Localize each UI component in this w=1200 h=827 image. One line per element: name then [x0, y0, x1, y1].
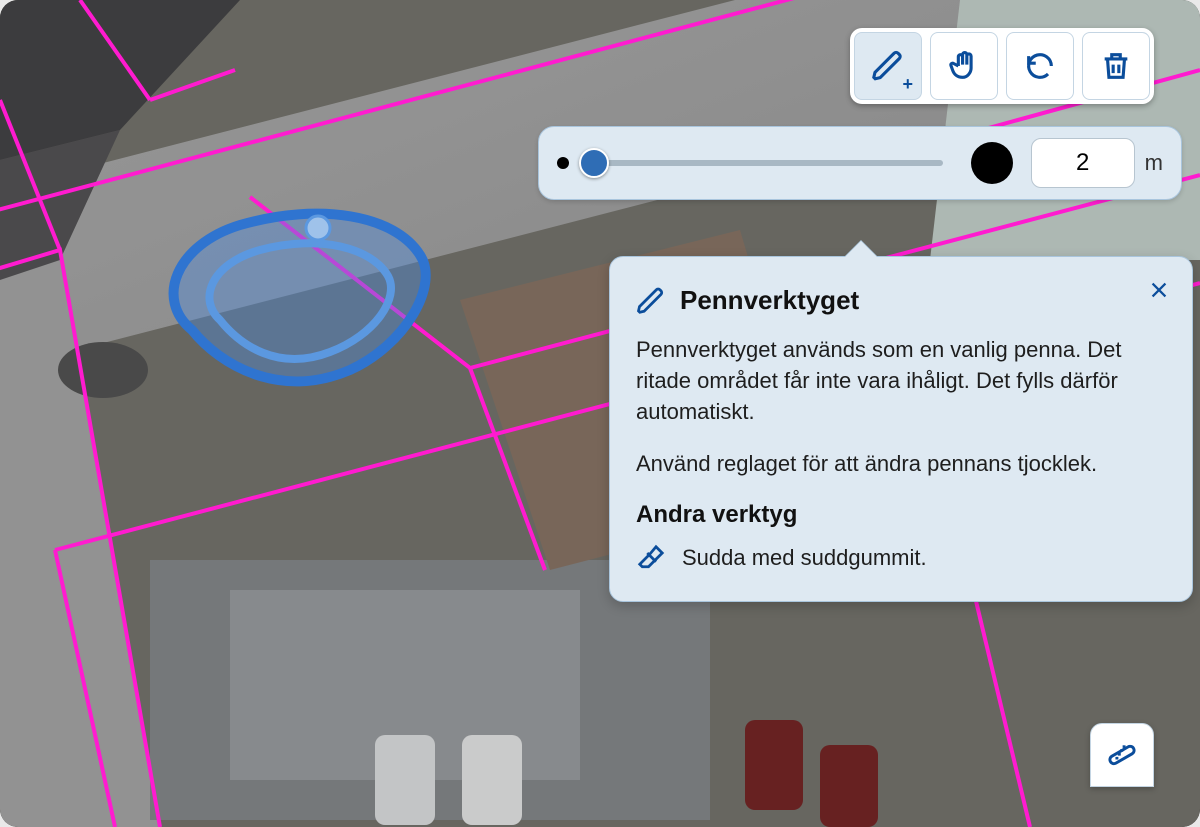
undo-button[interactable] [1006, 32, 1074, 100]
eraser-icon [636, 543, 666, 573]
pencil-icon [871, 49, 905, 83]
popover-body-1: Pennverktyget används som en vanlig penn… [636, 334, 1166, 428]
plus-icon: + [902, 75, 913, 93]
popover-body-2: Använd reglaget för att ändra pennans tj… [636, 448, 1166, 479]
hand-icon [947, 49, 981, 83]
eraser-tool-hint[interactable]: Sudda med suddgummit. [636, 543, 1166, 573]
measure-button[interactable] [1090, 723, 1154, 787]
popover-title-row: Pennverktyget [636, 285, 1166, 316]
popover-title: Pennverktyget [680, 285, 859, 316]
tool-help-popover: Pennverktyget Pennverktyget används som … [609, 256, 1193, 602]
trash-icon [1099, 49, 1133, 83]
popover-arrow [845, 241, 877, 257]
map-viewport[interactable]: + m Pennverktyget Pennver [0, 0, 1200, 827]
pencil-icon [636, 286, 666, 316]
other-tools-heading: Andra verktyg [636, 501, 1166, 529]
delete-button[interactable] [1082, 32, 1150, 100]
pan-tool-button[interactable] [930, 32, 998, 100]
stroke-size-input[interactable] [1031, 138, 1135, 188]
ruler-icon [1106, 739, 1138, 771]
eraser-tool-label: Sudda med suddgummit. [682, 545, 927, 571]
undo-icon [1023, 49, 1057, 83]
slider-thumb[interactable] [579, 148, 609, 178]
stroke-size-slider[interactable] [583, 145, 943, 181]
stroke-size-panel: m [538, 126, 1182, 200]
pencil-tool-button[interactable]: + [854, 32, 922, 100]
close-icon [1148, 279, 1170, 301]
min-size-indicator [557, 157, 569, 169]
max-size-indicator [971, 142, 1013, 184]
drawing-toolbar: + [850, 28, 1154, 104]
stroke-size-unit: m [1145, 150, 1163, 176]
popover-close-button[interactable] [1144, 275, 1174, 305]
